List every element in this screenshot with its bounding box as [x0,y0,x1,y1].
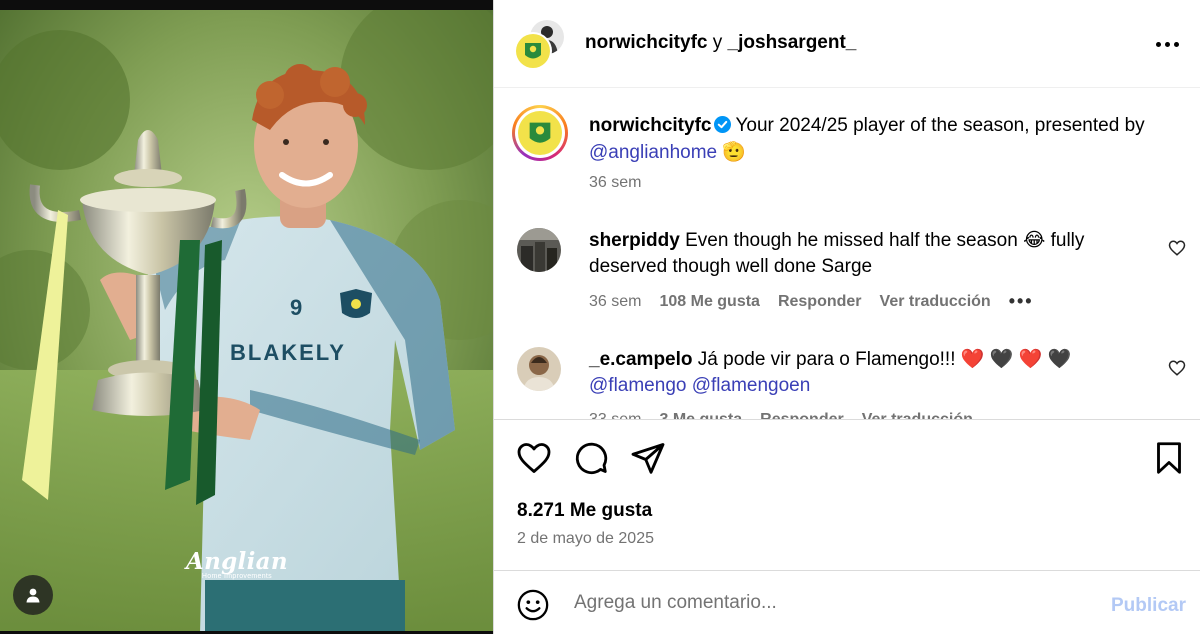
translate-button[interactable]: Ver traducción [862,411,973,419]
comment-meta: 33 sem 3 Me gusta Responder Ver traducci… [589,411,973,420]
comment-emoji: ❤️ 🖤 ❤️ 🖤 [960,349,1072,370]
bookmark-icon[interactable] [1151,440,1187,476]
reply-button[interactable]: Responder [760,411,844,419]
collab-avatars[interactable] [514,20,566,70]
brand-name: Anglian [186,548,288,575]
comment-mention-link[interactable]: @flamengo [589,375,686,396]
comment-username[interactable]: _e.campelo [589,349,693,370]
comment-emoji: 😂 [1023,230,1046,251]
comment-text: sherpiddy Even though he missed half the… [589,228,1149,280]
photo-top-band [0,0,493,10]
smiley-icon[interactable] [516,588,550,622]
more-options-button[interactable] [1154,33,1180,55]
caption-username[interactable]: norwichcityfc [589,115,711,136]
comment-meta: 36 sem 108 Me gusta Responder Ver traduc… [589,291,1034,312]
comment-body: Even though he missed half the season [685,230,1018,251]
comment-like-icon[interactable] [1168,359,1186,377]
caption-time: 36 sem [589,174,642,191]
comment-likes-link[interactable]: 108 Me gusta [659,293,759,311]
user-tag-icon [26,588,40,603]
norwich-crest-icon [516,34,550,68]
caption-avatar[interactable] [512,105,568,161]
shirt-number-text: 9 [290,295,302,320]
share-icon[interactable] [630,440,666,476]
collaborator-username[interactable]: _joshsargent_ [728,32,857,53]
comment-text: _e.campelo Já pode vir para o Flamengo!!… [589,347,1149,399]
translate-button[interactable]: Ver traducción [880,293,991,311]
caption-mention-link[interactable]: @anglianhome [589,142,717,163]
caption: norwichcityfc Your 2024/25 player of the … [589,112,1179,166]
heart-icon[interactable] [516,440,552,476]
comment-likes-link[interactable]: 3 Me gusta [659,411,742,419]
reply-button[interactable]: Responder [778,293,862,311]
more-horizontal-icon [1155,41,1161,47]
more-dot [1173,41,1179,47]
publish-button[interactable]: Publicar [1111,595,1186,617]
avatar-photo [517,228,561,272]
comment-composer: Publicar [494,570,1200,634]
author-avatar[interactable] [514,32,552,70]
norwich-crest-icon [518,111,562,155]
verified-badge-icon [714,116,732,133]
post-header: norwichcityfc y _joshsargent_ [494,0,1200,88]
comment-time: 33 sem [589,411,642,420]
comment-like-icon[interactable] [1168,239,1186,257]
caption-emoji: 🫡 [722,142,747,163]
comment-avatar[interactable] [517,228,561,272]
comment-body: Já pode vir para o Flamengo!!! [697,349,956,370]
comment-time: 36 sem [589,292,642,310]
collab-joiner: y [712,32,723,53]
tagged-users-button[interactable] [13,575,53,615]
avatar-photo [517,347,561,391]
comment-mention-link[interactable]: @flamengoen [692,375,811,396]
post-side-panel: norwichcityfc y _joshsargent_ norwichcit… [493,0,1200,634]
post-header-title: norwichcityfc y _joshsargent_ [585,32,856,54]
anglian-brand-logo: Anglian Home Improvements [186,548,288,580]
post-photo[interactable]: BLAKELY 9 Anglian Home Improvements [0,0,493,634]
comment-options-button[interactable]: ••• [1009,291,1034,312]
comment-username[interactable]: sherpiddy [589,230,680,251]
post-actions: 8.271 Me gusta 2 de mayo de 2025 [494,420,1200,570]
author-username[interactable]: norwichcityfc [585,32,707,53]
caption-body: Your 2024/25 player of the season, prese… [735,115,1145,136]
post-date: 2 de mayo de 2025 [517,530,654,547]
comment-input[interactable] [574,587,1074,619]
like-count[interactable]: 8.271 Me gusta [517,500,652,522]
comment-avatar[interactable] [517,347,561,391]
more-dot [1164,41,1170,47]
comments-section[interactable]: norwichcityfc Your 2024/25 player of the … [494,89,1200,420]
shirt-sponsor-text: BLAKELY [230,340,346,365]
player-trophy-illustration: BLAKELY 9 [0,10,493,634]
comment-icon[interactable] [573,440,609,476]
